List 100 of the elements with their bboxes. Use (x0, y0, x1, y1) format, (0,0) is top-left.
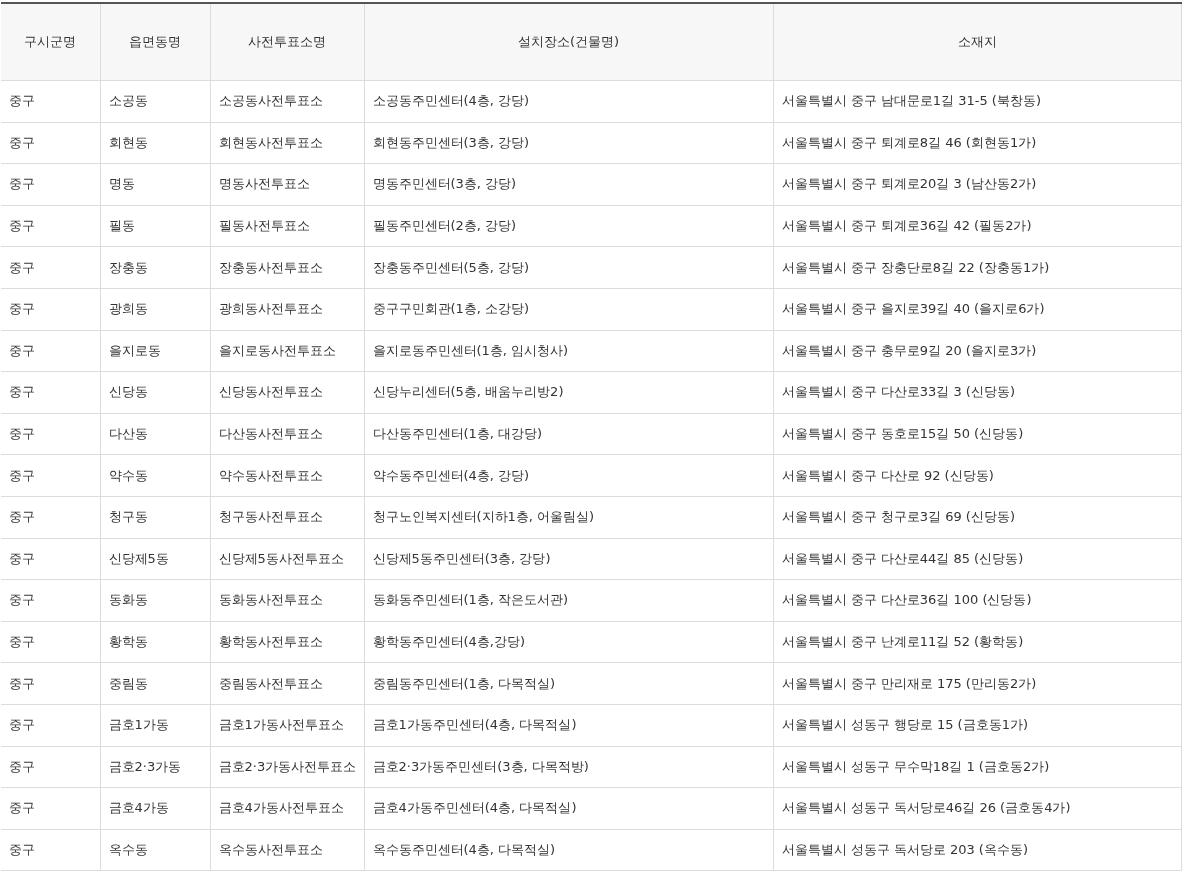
table-cell: 을지로동주민센터(1층, 임시청사) (364, 330, 773, 372)
table-cell: 서울특별시 중구 을지로39길 40 (을지로6가) (773, 288, 1181, 331)
table-cell: 중구 (1, 330, 100, 372)
table-cell: 중구 (1, 80, 100, 123)
table-cell: 동화동 (100, 579, 210, 622)
table-cell: 청구노인복지센터(지하1층, 어울림실) (364, 496, 773, 539)
table-cell: 금호1가동사전투표소 (210, 704, 364, 746)
table-cell: 명동 (100, 163, 210, 206)
column-header: 읍면동명 (100, 3, 210, 81)
table-cell: 중구 (1, 246, 100, 289)
table-cell: 황학동 (100, 621, 210, 663)
table-cell: 신당제5동사전투표소 (210, 538, 364, 580)
table-cell: 중림동 (100, 662, 210, 705)
table-cell: 서울특별시 성동구 독서당로46길 26 (금호동4가) (773, 787, 1181, 830)
table-cell: 옥수동 (100, 829, 210, 871)
column-header: 사전투표소명 (210, 3, 364, 81)
table-cell: 중구 (1, 829, 100, 871)
table-cell: 청구동 (100, 496, 210, 539)
table-cell: 중림동주민센터(1층, 다목적실) (364, 662, 773, 705)
table-cell: 중구 (1, 704, 100, 746)
table-cell: 을지로동 (100, 330, 210, 372)
table-cell: 서울특별시 중구 충무로9길 20 (을지로3가) (773, 330, 1181, 372)
table-cell: 장충동사전투표소 (210, 246, 364, 289)
table-cell: 중구 (1, 579, 100, 622)
table-cell: 서울특별시 성동구 행당로 15 (금호동1가) (773, 704, 1181, 746)
table-cell: 동화동사전투표소 (210, 579, 364, 622)
table-cell: 약수동 (100, 454, 210, 497)
table-cell: 금호4가동사전투표소 (210, 787, 364, 830)
table-cell: 금호4가동주민센터(4층, 다목적실) (364, 787, 773, 830)
table-cell: 황학동사전투표소 (210, 621, 364, 663)
table-cell: 약수동사전투표소 (210, 454, 364, 497)
table-cell: 중구 (1, 496, 100, 539)
table-cell: 서울특별시 중구 다산로44길 85 (신당동) (773, 538, 1181, 580)
table-cell: 서울특별시 중구 퇴계로36길 42 (필동2가) (773, 205, 1181, 247)
table-cell: 중구 (1, 163, 100, 206)
table-cell: 중구 (1, 205, 100, 247)
table-cell: 신당제5동주민센터(3층, 강당) (364, 538, 773, 580)
table-cell: 회현동 (100, 122, 210, 164)
table-cell: 서울특별시 중구 난계로11길 52 (황학동) (773, 621, 1181, 663)
table-cell: 중림동사전투표소 (210, 662, 364, 705)
table-cell: 옥수동주민센터(4층, 다목적실) (364, 829, 773, 871)
table-cell: 옥수동사전투표소 (210, 829, 364, 871)
table-cell: 서울특별시 중구 다산로36길 100 (신당동) (773, 579, 1181, 622)
table-cell: 중구 (1, 122, 100, 164)
table-cell: 소공동사전투표소 (210, 80, 364, 123)
table-cell: 다산동 (100, 413, 210, 455)
table-cell: 다산동주민센터(1층, 대강당) (364, 413, 773, 455)
table-cell: 신당누리센터(5층, 배움누리방2) (364, 371, 773, 414)
table-cell: 필동사전투표소 (210, 205, 364, 247)
table-cell: 서울특별시 중구 만리재로 175 (만리동2가) (773, 662, 1181, 705)
table-cell: 중구 (1, 746, 100, 788)
table-cell: 명동주민센터(3층, 강당) (364, 163, 773, 206)
table-cell: 을지로동사전투표소 (210, 330, 364, 372)
table-cell: 금호2·3가동주민센터(3층, 다목적방) (364, 746, 773, 788)
table-cell: 황학동주민센터(4층,강당) (364, 621, 773, 663)
table-cell: 서울특별시 중구 남대문로1길 31-5 (북창동) (773, 80, 1181, 123)
table-cell: 명동사전투표소 (210, 163, 364, 206)
table-cell: 중구 (1, 538, 100, 580)
table-cell: 서울특별시 중구 다산로 92 (신당동) (773, 454, 1181, 497)
table-cell: 신당동 (100, 371, 210, 414)
table-cell: 중구 (1, 621, 100, 663)
table-cell: 금호2·3가동 (100, 746, 210, 788)
table-cell: 중구 (1, 662, 100, 705)
table-cell: 회현동주민센터(3층, 강당) (364, 122, 773, 164)
table-cell: 광희동사전투표소 (210, 288, 364, 331)
table-cell: 서울특별시 중구 동호로15길 50 (신당동) (773, 413, 1181, 455)
table-cell: 서울특별시 성동구 무수막18길 1 (금호동2가) (773, 746, 1181, 788)
table-cell: 중구 (1, 454, 100, 497)
table-cell: 금호2·3가동사전투표소 (210, 746, 364, 788)
table-cell: 금호4가동 (100, 787, 210, 830)
table-cell: 금호1가동주민센터(4층, 다목적실) (364, 704, 773, 746)
table-cell: 서울특별시 중구 청구로3길 69 (신당동) (773, 496, 1181, 539)
table-cell: 장충동 (100, 246, 210, 289)
table-cell: 서울특별시 중구 장충단로8길 22 (장충동1가) (773, 246, 1181, 289)
column-header: 소재지 (773, 3, 1181, 81)
table-cell: 중구 (1, 371, 100, 414)
table-cell: 중구 (1, 288, 100, 331)
table-cell: 광희동 (100, 288, 210, 331)
table-cell: 서울특별시 중구 퇴계로20길 3 (남산동2가) (773, 163, 1181, 206)
table-cell: 금호1가동 (100, 704, 210, 746)
table-cell: 중구 (1, 787, 100, 830)
column-header: 구시군명 (1, 3, 100, 81)
table-cell: 중구구민회관(1층, 소강당) (364, 288, 773, 331)
table-cell: 신당제5동 (100, 538, 210, 580)
table-cell: 소공동 (100, 80, 210, 123)
table-cell: 장충동주민센터(5층, 강당) (364, 246, 773, 289)
table-cell: 서울특별시 중구 다산로33길 3 (신당동) (773, 371, 1181, 414)
table-cell: 동화동주민센터(1층, 작은도서관) (364, 579, 773, 622)
table-cell: 다산동사전투표소 (210, 413, 364, 455)
table-cell: 필동 (100, 205, 210, 247)
column-header: 설치장소(건물명) (364, 3, 773, 81)
table-cell: 회현동사전투표소 (210, 122, 364, 164)
table-cell: 중구 (1, 413, 100, 455)
table-cell: 청구동사전투표소 (210, 496, 364, 539)
table-cell: 약수동주민센터(4층, 강당) (364, 454, 773, 497)
table-cell: 서울특별시 성동구 독서당로 203 (옥수동) (773, 829, 1181, 871)
table-cell: 서울특별시 중구 퇴계로8길 46 (회현동1가) (773, 122, 1181, 164)
table-cell: 필동주민센터(2층, 강당) (364, 205, 773, 247)
table-cell: 신당동사전투표소 (210, 371, 364, 414)
table-cell: 소공동주민센터(4층, 강당) (364, 80, 773, 123)
